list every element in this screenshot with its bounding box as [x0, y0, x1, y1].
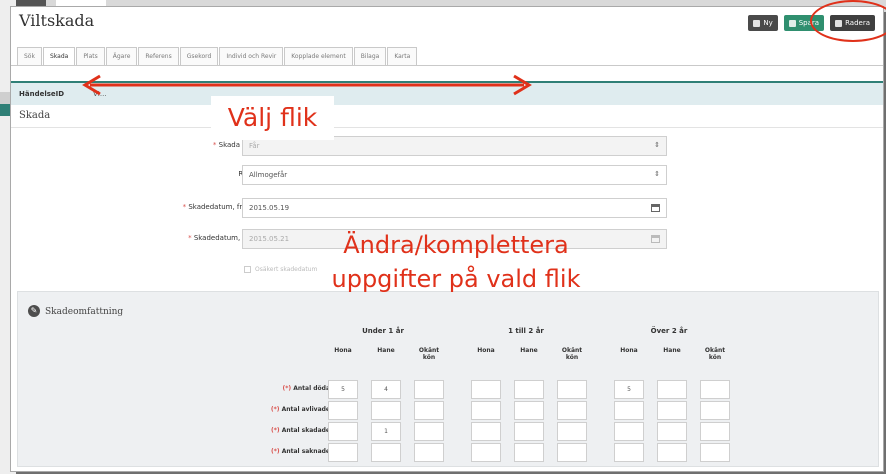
- count-input[interactable]: [471, 422, 501, 441]
- tab-individ-och-revir[interactable]: Individ och Revir: [219, 47, 284, 65]
- row-label: (*) Antal saknade: [271, 448, 330, 455]
- chevron-updown-icon: ⇕: [654, 141, 660, 149]
- screen: Viltskada Ny Spara Radera Sök Skada Plat…: [0, 0, 886, 474]
- form-row-ras: Ras Allmogefår⇕: [11, 165, 883, 185]
- count-input[interactable]: [471, 380, 501, 399]
- row-label: (*) Antal avlivade: [270, 406, 330, 413]
- annotation-double-arrow: [82, 74, 532, 96]
- tab-kopplade-element[interactable]: Kopplade element: [284, 47, 353, 65]
- col-header: Hona: [620, 347, 638, 354]
- count-input[interactable]: [557, 422, 587, 441]
- tab-skada[interactable]: Skada: [42, 47, 76, 65]
- col-header: Hona: [334, 347, 352, 354]
- ras-select[interactable]: Allmogefår ⇕: [242, 165, 667, 185]
- skadeomfattning-panel: ✎ Skadeomfattning Under 1 år 1 till 2 år…: [17, 291, 879, 467]
- col-header: Okänt kön: [418, 347, 440, 361]
- count-input[interactable]: [328, 401, 358, 420]
- count-input[interactable]: [657, 422, 687, 441]
- count-input[interactable]: [700, 401, 730, 420]
- tab-agare[interactable]: Ägare: [105, 47, 138, 65]
- count-input[interactable]: [328, 443, 358, 462]
- row-label: (*) Antal döda: [282, 385, 330, 392]
- tab-gsekord[interactable]: Gsekord: [179, 47, 219, 65]
- group-header: 1 till 2 år: [508, 327, 544, 335]
- tab-bar: Sök Skada Plats Ägare Referens Gsekord I…: [17, 47, 418, 65]
- count-input[interactable]: [614, 443, 644, 462]
- count-input[interactable]: [700, 443, 730, 462]
- tab-bilaga[interactable]: Bilaga: [353, 47, 387, 65]
- col-header: Hane: [520, 347, 538, 354]
- count-input[interactable]: [557, 380, 587, 399]
- pencil-icon: ✎: [28, 305, 40, 317]
- event-id-label: HändelseID: [19, 90, 65, 98]
- count-input[interactable]: [471, 401, 501, 420]
- annotation-tab-hint: Välj flik: [211, 96, 334, 140]
- chevron-updown-icon: ⇕: [654, 170, 660, 178]
- count-input[interactable]: [514, 422, 544, 441]
- tab-karta[interactable]: Karta: [387, 47, 418, 65]
- count-input[interactable]: [514, 380, 544, 399]
- count-input[interactable]: [614, 422, 644, 441]
- skadedatum-fran-label: * Skadedatum, från: [182, 203, 251, 211]
- new-button[interactable]: Ny: [748, 15, 778, 31]
- window-title: Viltskada: [19, 11, 95, 30]
- plus-icon: [753, 19, 761, 27]
- count-input[interactable]: 1: [371, 422, 401, 441]
- skadedatum-fran-input[interactable]: 2015.05.19: [242, 198, 667, 218]
- tab-plats[interactable]: Plats: [76, 47, 105, 65]
- col-header: Hona: [477, 347, 495, 354]
- tab-divider: [11, 65, 883, 66]
- group-header: Över 2 år: [650, 327, 688, 335]
- calendar-icon[interactable]: [651, 235, 660, 243]
- count-input[interactable]: 5: [614, 380, 644, 399]
- annotation-edit-hint: Ändra/komplettera uppgifter på vald flik: [286, 228, 626, 296]
- count-input[interactable]: [700, 380, 730, 399]
- count-input[interactable]: [657, 380, 687, 399]
- annotation-edit-hint-line1: Ändra/komplettera: [343, 231, 569, 259]
- form-row-skadedatum-fran: * Skadedatum, från 2015.05.19: [11, 198, 883, 218]
- count-input[interactable]: [414, 401, 444, 420]
- row-label: (*) Antal skadade: [270, 427, 330, 434]
- checkbox-box[interactable]: [244, 266, 251, 273]
- annotation-circle-delete: [810, 0, 886, 42]
- col-header: Hane: [377, 347, 395, 354]
- count-input[interactable]: [471, 443, 501, 462]
- count-input[interactable]: [557, 401, 587, 420]
- count-input[interactable]: 5: [328, 380, 358, 399]
- save-icon: [788, 19, 796, 27]
- count-input[interactable]: [657, 401, 687, 420]
- new-button-label: Ny: [763, 19, 773, 27]
- calendar-icon[interactable]: [651, 204, 660, 212]
- tab-referens[interactable]: Referens: [138, 47, 179, 65]
- col-header: Okänt kön: [561, 347, 583, 361]
- count-input[interactable]: [414, 380, 444, 399]
- panel-title: Skadeomfattning: [45, 307, 124, 317]
- count-input[interactable]: [371, 401, 401, 420]
- count-input[interactable]: [614, 401, 644, 420]
- count-input[interactable]: [700, 422, 730, 441]
- count-input[interactable]: [414, 443, 444, 462]
- count-input[interactable]: [514, 443, 544, 462]
- col-header: Okänt kön: [704, 347, 726, 361]
- count-input[interactable]: [514, 401, 544, 420]
- col-header: Hane: [663, 347, 681, 354]
- count-input[interactable]: [414, 422, 444, 441]
- section-divider: [11, 127, 883, 128]
- annotation-edit-hint-line2: uppgifter på vald flik: [331, 265, 581, 293]
- count-input[interactable]: 4: [371, 380, 401, 399]
- count-input[interactable]: [328, 422, 358, 441]
- count-input[interactable]: [657, 443, 687, 462]
- form-row-skada-pa: * Skada på Får ⇕: [11, 136, 883, 156]
- count-input[interactable]: [371, 443, 401, 462]
- tab-sok[interactable]: Sök: [17, 47, 42, 65]
- group-header: Under 1 år: [362, 327, 404, 335]
- count-input[interactable]: [557, 443, 587, 462]
- section-title: Skada: [19, 110, 51, 121]
